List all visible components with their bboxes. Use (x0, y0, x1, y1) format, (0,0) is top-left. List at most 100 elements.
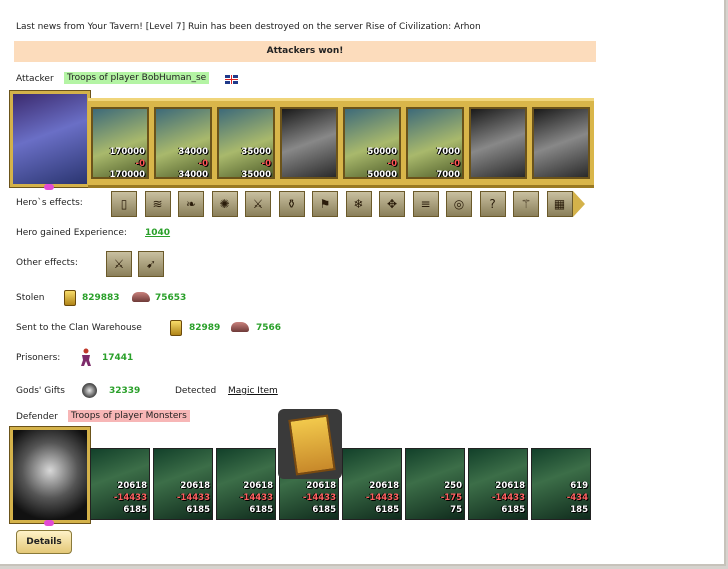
attacker-unit-3[interactable]: 35000 -0 35000 (217, 107, 275, 179)
attacker-unit-4[interactable] (280, 107, 338, 179)
unit-after: 35000 (241, 170, 271, 179)
attacker-troops-tag: Troops of player BobHuman_se (64, 72, 210, 84)
staff-icon[interactable]: ⚚ (513, 191, 539, 217)
unit-lost: -14433 (365, 493, 399, 503)
effects-next-arrow-icon[interactable] (573, 191, 585, 217)
leaf-icon[interactable]: ❧ (178, 191, 204, 217)
target-icon[interactable]: ✥ (379, 191, 405, 217)
unit-lost: -434 (566, 493, 588, 503)
unit-after: 6185 (375, 505, 399, 515)
result-banner: Attackers won! (14, 41, 596, 62)
banner-icon[interactable]: ⚑ (312, 191, 338, 217)
unit-after: 170000 (109, 170, 146, 179)
hero-effects-label: Hero`s effects: (16, 198, 83, 208)
details-button[interactable]: Details (16, 530, 72, 554)
unit-before: 20618 (243, 481, 273, 491)
attacker-unit-6[interactable]: 7000 -0 7000 (406, 107, 464, 179)
unit-lost: -14433 (302, 493, 336, 503)
magic-item-link[interactable]: Magic Item (228, 386, 278, 396)
unit-lost: -0 (387, 159, 397, 169)
hero-exp-value[interactable]: 1040 (145, 228, 170, 238)
unit-after: 185 (570, 505, 588, 515)
ice-orb-icon[interactable]: ✺ (211, 191, 238, 217)
gate-icon[interactable]: ▦ (546, 191, 573, 217)
ore-icon (132, 292, 150, 302)
frost-icon[interactable]: ❄ (345, 191, 372, 217)
gift-orb-icon (82, 383, 97, 398)
stolen-label: Stolen (16, 293, 45, 303)
defender-unit-5[interactable]: 20618 -14433 6185 (342, 448, 402, 520)
unit-before: 50000 (367, 147, 397, 157)
defender-unit-2[interactable]: 20618 -14433 6185 (153, 448, 213, 520)
potion-icon[interactable]: ⚱ (278, 191, 305, 217)
stolen-ore: 75653 (155, 293, 187, 303)
dagger-icon[interactable]: ⚔ (106, 251, 132, 277)
gold-icon (170, 320, 182, 336)
defender-unit-8[interactable]: 619 -434 185 (531, 448, 591, 520)
clan-warehouse-label: Sent to the Clan Warehouse (16, 323, 142, 333)
question-icon[interactable]: ? (479, 191, 506, 217)
uk-flag-icon (225, 75, 238, 84)
unit-lost: -14433 (491, 493, 525, 503)
attacker-unit-1[interactable]: 170000 -0 170000 (91, 107, 149, 179)
scroll-icon[interactable]: ≡ (412, 191, 439, 217)
ring-icon[interactable]: ◎ (446, 191, 472, 217)
unit-lost: -14433 (113, 493, 147, 503)
ore-icon (231, 322, 249, 332)
unit-before: 170000 (109, 147, 146, 157)
unit-lost: -175 (440, 493, 462, 503)
gold-icon (64, 290, 76, 306)
detected-label: Detected (175, 386, 217, 396)
defender-label: Defender (16, 412, 58, 422)
hero-exp-label: Hero gained Experience: (16, 228, 127, 238)
unit-lost: -0 (198, 159, 208, 169)
unit-after: 6185 (249, 505, 273, 515)
defender-unit-3[interactable]: 20618 -14433 6185 (216, 448, 276, 520)
unit-lost: -0 (450, 159, 460, 169)
unit-before: 20618 (306, 481, 336, 491)
other-effects-label: Other effects: (16, 258, 78, 268)
gods-gifts-label: Gods' Gifts (16, 386, 65, 396)
unit-lost: -14433 (176, 493, 210, 503)
prisoner-icon (81, 348, 91, 366)
unit-after: 50000 (367, 170, 397, 179)
unit-lost: -14433 (239, 493, 273, 503)
defender-troops-tag: Troops of player Monsters (68, 410, 190, 422)
unit-after: 34000 (178, 170, 208, 179)
unit-after: 6185 (123, 505, 147, 515)
prisoners-label: Prisoners: (16, 353, 61, 363)
attacker-label: Attacker (16, 74, 54, 84)
unit-after: 7000 (436, 170, 460, 179)
defender-hero-portrait[interactable] (10, 427, 90, 526)
shield-door-icon[interactable]: ▯ (111, 191, 137, 217)
unit-after: 6185 (501, 505, 525, 515)
clan-gold: 82989 (189, 323, 221, 333)
attacker-unit-7[interactable] (469, 107, 527, 179)
unit-after: 6185 (312, 505, 336, 515)
stolen-gold: 829883 (82, 293, 120, 303)
news-line: Last news from Your Tavern! [Level 7] Ru… (16, 22, 481, 32)
magic-item-tooltip (278, 409, 342, 479)
defender-unit-7[interactable]: 20618 -14433 6185 (468, 448, 528, 520)
attacker-unit-strip: 170000 -0 170000 34000 -0 34000 35000 -0… (88, 98, 594, 188)
sword-icon[interactable]: ⚔ (245, 191, 271, 217)
unit-before: 35000 (241, 147, 271, 157)
unit-after: 75 (450, 505, 462, 515)
attacker-unit-5[interactable]: 50000 -0 50000 (343, 107, 401, 179)
unit-before: 20618 (495, 481, 525, 491)
scroll-icon (288, 414, 336, 476)
attacker-unit-8[interactable] (532, 107, 590, 179)
unit-before: 619 (570, 481, 588, 491)
defender-unit-6[interactable]: 250 -175 75 (405, 448, 465, 520)
unit-before: 34000 (178, 147, 208, 157)
horn-icon[interactable]: ➹ (138, 251, 164, 277)
unit-before: 20618 (117, 481, 147, 491)
defender-unit-1[interactable]: 20618 -14433 6185 (90, 448, 150, 520)
attacker-hero-portrait[interactable] (10, 91, 90, 190)
wind-icon[interactable]: ≋ (144, 191, 171, 217)
unit-lost: -0 (135, 159, 145, 169)
unit-lost: -0 (261, 159, 271, 169)
unit-after: 6185 (186, 505, 210, 515)
unit-before: 20618 (180, 481, 210, 491)
attacker-unit-2[interactable]: 34000 -0 34000 (154, 107, 212, 179)
